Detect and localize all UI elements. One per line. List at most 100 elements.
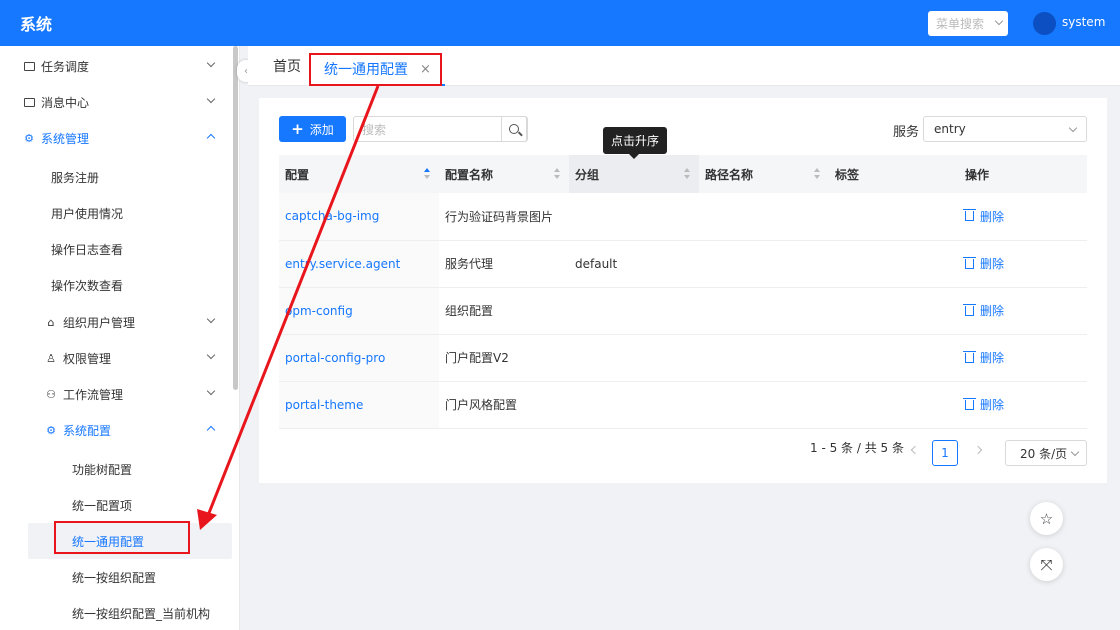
cell-path	[699, 381, 829, 429]
sidebar-item-org-user-management[interactable]: ⌂ 组织用户管理	[0, 304, 232, 340]
sidebar-item-function-tree-config[interactable]: 功能树配置	[0, 451, 232, 487]
cell-name: 服务代理	[439, 240, 569, 288]
column-header-action: 操作	[959, 155, 1087, 193]
sidebar-item-label: 服务注册	[51, 170, 100, 185]
cell-action: 删除	[959, 381, 1087, 429]
cell-name: 行为验证码背景图片	[439, 193, 569, 241]
sidebar-item-unified-config-item[interactable]: 统一配置项	[0, 487, 232, 523]
cell-name: 门户配置V2	[439, 334, 569, 382]
chevron-down-icon	[1070, 447, 1080, 457]
chevron-left-icon[interactable]	[910, 445, 920, 455]
page-size-select[interactable]: 20 条/页	[1005, 440, 1087, 466]
delete-button[interactable]: 删除	[963, 255, 1005, 272]
cluster-icon: ⚇	[46, 387, 56, 401]
delete-button[interactable]: 删除	[963, 349, 1005, 366]
page-number-button[interactable]: 1	[932, 440, 958, 466]
table-row: captcha-bg-img 行为验证码背景图片 删除	[279, 193, 1087, 241]
table-row: opm-config 组织配置 删除	[279, 287, 1087, 335]
chevron-up-icon	[206, 425, 216, 435]
column-header-group[interactable]: 分组	[569, 155, 699, 193]
trash-icon	[963, 350, 976, 363]
sidebar-item-user-usage[interactable]: 用户使用情况	[0, 195, 232, 231]
sort-icon[interactable]	[684, 168, 691, 180]
config-link[interactable]: entry.service.agent	[285, 257, 400, 271]
menu-search-placeholder: 菜单搜索	[936, 17, 985, 31]
chevron-down-icon	[206, 94, 216, 104]
search-button[interactable]	[501, 116, 527, 142]
column-header-config[interactable]: 配置	[279, 155, 439, 193]
sidebar-item-label: 系统管理	[41, 131, 90, 146]
sidebar-item-label: 工作流管理	[63, 387, 124, 402]
sidebar-item-task-schedule[interactable]: 任务调度	[0, 48, 232, 84]
sidebar-item-operation-count[interactable]: 操作次数查看	[0, 267, 232, 303]
favorite-button[interactable]: ☆	[1030, 502, 1063, 535]
cell-config: portal-config-pro	[279, 334, 439, 382]
delete-label: 删除	[980, 257, 1005, 271]
column-header-label: 配置	[285, 167, 310, 182]
cell-group	[569, 381, 699, 429]
delete-label: 删除	[980, 304, 1005, 318]
sidebar-item-operation-log[interactable]: 操作日志查看	[0, 231, 232, 267]
annotation-box-sidebar	[54, 521, 190, 554]
sort-icon[interactable]	[814, 168, 821, 180]
sidebar-item-label: 系统配置	[63, 423, 112, 438]
username[interactable]: system	[1062, 15, 1105, 29]
add-button[interactable]: + 添加	[279, 116, 346, 142]
content-panel: + 添加 搜索 服务 entry 配置 配置名称 分组 路径名称 标签 操作 c…	[259, 98, 1107, 483]
avatar[interactable]	[1033, 12, 1056, 35]
delete-button[interactable]: 删除	[963, 208, 1004, 225]
config-link[interactable]: captcha-bg-img	[285, 209, 379, 223]
sidebar-item-label: 统一按组织配置	[72, 570, 157, 585]
config-table: 配置 配置名称 分组 路径名称 标签 操作 captcha-bg-img 行为验…	[279, 155, 1087, 429]
sidebar-item-unified-org-config[interactable]: 统一按组织配置	[0, 559, 232, 595]
sidebar-item-system-management[interactable]: ⚙ 系统管理	[0, 120, 232, 156]
sidebar-item-message-center[interactable]: 消息中心	[0, 84, 232, 120]
cell-action: 删除	[959, 287, 1087, 335]
column-header-tag: 标签	[829, 155, 959, 193]
cell-group	[569, 334, 699, 382]
column-header-path[interactable]: 路径名称	[699, 155, 829, 193]
search-placeholder: 搜索	[362, 122, 387, 137]
trash-icon	[963, 209, 976, 222]
sidebar-item-permission-management[interactable]: ♙ 权限管理	[0, 340, 232, 376]
service-select[interactable]: entry	[923, 116, 1087, 142]
plus-icon: +	[291, 120, 304, 138]
cell-config: entry.service.agent	[279, 240, 439, 288]
cell-group	[569, 193, 699, 241]
chevron-right-icon[interactable]	[973, 445, 983, 455]
cell-tag	[829, 381, 959, 429]
cell-tag	[829, 334, 959, 382]
top-header: 系统 菜单搜索 system	[0, 0, 1120, 46]
sidebar-item-label: 统一配置项	[72, 498, 133, 513]
column-header-name[interactable]: 配置名称	[439, 155, 569, 193]
cell-path	[699, 240, 829, 288]
cell-tag	[829, 240, 959, 288]
delete-label: 删除	[980, 351, 1005, 365]
pagination-summary: 1 - 5 条 / 共 5 条	[810, 441, 904, 455]
config-link[interactable]: portal-theme	[285, 398, 363, 412]
delete-button[interactable]: 删除	[963, 302, 1005, 319]
config-link[interactable]: portal-config-pro	[285, 351, 385, 365]
sidebar-item-unified-org-config-current[interactable]: 统一按组织配置_当前机构	[0, 595, 232, 630]
delete-button[interactable]: 删除	[963, 396, 1004, 413]
sort-icon[interactable]	[554, 168, 561, 180]
sort-icon[interactable]	[424, 168, 431, 180]
search-input[interactable]: 搜索	[353, 116, 528, 142]
sidebar-scrollbar[interactable]	[233, 46, 238, 390]
sidebar-item-system-config[interactable]: ⚙ 系统配置	[0, 412, 232, 448]
gear-icon: ⚙	[24, 131, 34, 145]
folder-icon	[23, 60, 35, 72]
cell-tag	[829, 287, 959, 335]
sidebar-item-label: 组织用户管理	[63, 315, 136, 330]
sidebar-item-label: 功能树配置	[72, 462, 133, 477]
fullscreen-exit-button[interactable]: ⤧	[1030, 548, 1063, 581]
config-link[interactable]: opm-config	[285, 304, 353, 318]
sidebar-item-service-registry[interactable]: 服务注册	[0, 159, 232, 195]
bank-icon: ⌂	[47, 315, 55, 329]
menu-search-select[interactable]: 菜单搜索	[928, 11, 1008, 36]
sidebar-item-workflow-management[interactable]: ⚇ 工作流管理	[0, 376, 232, 412]
table-row: entry.service.agent 服务代理 default 删除	[279, 240, 1087, 288]
cell-config: portal-theme	[279, 381, 439, 429]
tab-home[interactable]: 首页	[273, 56, 301, 76]
cell-name: 门户风格配置	[439, 381, 569, 429]
